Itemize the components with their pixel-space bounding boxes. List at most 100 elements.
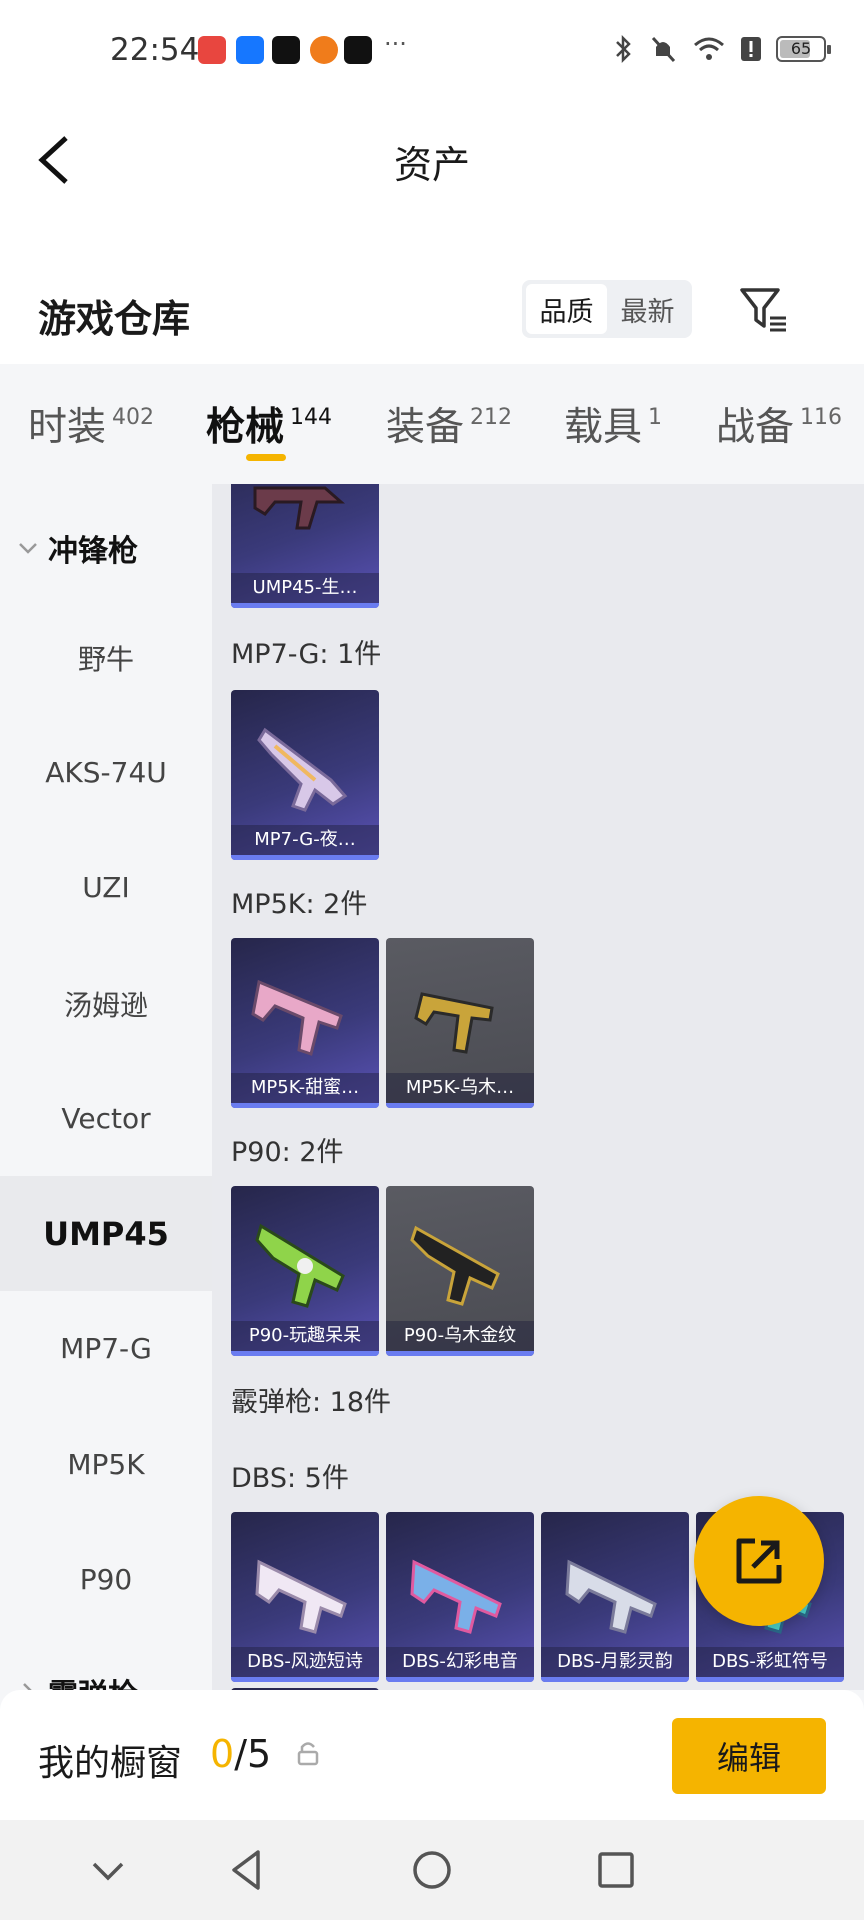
tab-count: 116	[800, 405, 843, 430]
rarity-bar	[231, 1677, 379, 1682]
tab-label: 战备	[716, 405, 795, 450]
skin-name: UMP45-生…	[231, 573, 379, 603]
sidebar-item-thompson[interactable]: 汤姆逊	[0, 946, 212, 1061]
sort-quality-button[interactable]: 品质	[526, 284, 607, 334]
sidebar-item-uzi[interactable]: UZI	[0, 830, 212, 945]
showcase-count: 0/5	[210, 1732, 271, 1776]
showcase-total: /5	[234, 1732, 272, 1776]
rarity-bar	[386, 1677, 534, 1682]
skin-card[interactable]: MP7-G-夜…	[231, 690, 379, 860]
tiktok-icon	[344, 36, 372, 64]
status-icons: 65	[612, 34, 831, 64]
rarity-bar	[541, 1677, 689, 1682]
tab-firearms[interactable]: 枪械 144	[206, 396, 332, 452]
group-label-mp7g: MP7-G: 1件	[231, 639, 382, 670]
wifi-icon	[694, 37, 724, 60]
rarity-bar	[231, 1351, 379, 1356]
skin-name: DBS-风迹短诗	[231, 1647, 379, 1677]
nav-collapse-icon[interactable]	[84, 1846, 132, 1894]
tab-supplies[interactable]: 战备 116	[716, 396, 842, 452]
skin-name: MP7-G-夜…	[231, 825, 379, 855]
filter-icon[interactable]	[738, 284, 790, 336]
nav-back-icon[interactable]	[224, 1846, 272, 1894]
group-label-mp5k: MP5K: 2件	[231, 889, 368, 920]
group-label-dbs: DBS: 5件	[231, 1463, 349, 1494]
page-title: 资产	[393, 143, 470, 187]
alipay-icon	[236, 36, 264, 64]
sort-toggle: 品质 最新	[522, 280, 692, 338]
tab-label: 枪械	[206, 405, 285, 450]
mute-bell-icon	[651, 36, 676, 63]
skin-name: P90-玩趣呆呆	[231, 1321, 379, 1351]
sidebar-item-bizon[interactable]: 野牛	[0, 600, 212, 715]
sidebar-group-label: 冲锋枪	[48, 534, 138, 569]
skin-card[interactable]: UMP45-生…	[231, 484, 379, 608]
skin-name: MP5K-甜蜜…	[231, 1073, 379, 1103]
showcase-bar: 我的橱窗 0/5 编辑	[0, 1690, 864, 1820]
sidebar-group-smg[interactable]: 冲锋枪	[16, 526, 138, 570]
tab-vehicles[interactable]: 载具 1	[564, 396, 662, 452]
nav-recents-icon[interactable]	[592, 1846, 640, 1894]
group-label-p90: P90: 2件	[231, 1137, 344, 1168]
sidebar-item-mp5k[interactable]: MP5K	[0, 1407, 212, 1522]
tab-equipment[interactable]: 装备 212	[386, 396, 512, 452]
skin-name: P90-乌木金纹	[386, 1321, 534, 1351]
rarity-bar	[231, 855, 379, 860]
dbs-skin-icon	[565, 1559, 657, 1634]
warehouse-title: 游戏仓库	[38, 297, 191, 341]
skin-name: DBS-月影灵韵	[541, 1647, 689, 1677]
status-time: 22:54	[110, 32, 200, 68]
system-nav-bar	[0, 1820, 864, 1920]
taobao-icon	[310, 36, 338, 64]
sidebar-item-p90[interactable]: P90	[0, 1522, 212, 1637]
skin-card[interactable]: P90-玩趣呆呆	[231, 1186, 379, 1356]
tab-count: 402	[112, 405, 155, 430]
lock-icon	[297, 1742, 319, 1766]
tab-label: 载具	[564, 405, 643, 450]
skin-card[interactable]: MP5K-乌木…	[386, 938, 534, 1108]
skin-name: DBS-彩虹符号	[696, 1647, 844, 1677]
more-notifications-icon: ···	[384, 30, 407, 58]
sidebar-item-aks74u[interactable]: AKS-74U	[0, 715, 212, 830]
sidebar-group-shotgun[interactable]: 霰弹枪	[16, 1670, 138, 1690]
rarity-bar	[386, 1351, 534, 1356]
sidebar-item-vector[interactable]: Vector	[0, 1061, 212, 1176]
sidebar-item-mp7g[interactable]: MP7-G	[0, 1291, 212, 1406]
skin-name: MP5K-乌木…	[386, 1073, 534, 1103]
skin-card[interactable]: MP5K-甜蜜…	[231, 938, 379, 1108]
skin-card[interactable]: DBS-幻彩电音	[386, 1512, 534, 1682]
category-tabs: 时装 402 枪械 144 装备 212 载具 1 战备 116	[0, 366, 864, 484]
weapon-category-sidebar: 冲锋枪 野牛 AKS-74U UZI 汤姆逊 Vector UMP45 MP7-…	[0, 484, 212, 1690]
tab-count: 1	[648, 405, 663, 430]
tiktok-icon	[272, 36, 300, 64]
rarity-bar	[386, 1103, 534, 1108]
group-label-shotgun: 霰弹枪: 18件	[231, 1387, 392, 1418]
share-fab-button[interactable]	[694, 1496, 824, 1626]
smg-skin-icon	[253, 486, 345, 530]
share-external-icon	[736, 1538, 782, 1584]
battery-level: 65	[790, 39, 812, 58]
sort-newest-button[interactable]: 最新	[607, 284, 688, 334]
rarity-bar	[231, 1103, 379, 1108]
status-bar: 22:54 ··· 65	[0, 0, 864, 104]
skin-card[interactable]: DBS-风迹短诗	[231, 1512, 379, 1682]
mp7g-skin-icon	[257, 727, 348, 812]
chevron-right-icon	[23, 1683, 32, 1690]
huawei-app-icon	[198, 36, 226, 64]
rarity-bar	[696, 1677, 844, 1682]
showcase-label: 我的橱窗	[38, 1743, 183, 1784]
tab-label: 装备	[386, 405, 465, 450]
sidebar-item-ump45[interactable]: UMP45	[0, 1176, 212, 1291]
tab-fashion[interactable]: 时装 402	[28, 396, 154, 452]
nav-home-icon[interactable]	[408, 1846, 456, 1894]
dbs-skin-icon	[410, 1559, 502, 1634]
skin-card[interactable]: P90-乌木金纹	[386, 1186, 534, 1356]
p90-skin-icon	[410, 1225, 500, 1306]
chevron-down-icon	[19, 543, 37, 554]
edit-button[interactable]: 编辑	[672, 1718, 826, 1794]
alert-icon	[741, 37, 761, 61]
battery-icon: 65	[776, 36, 831, 62]
sidebar-group-label: 霰弹枪	[48, 1670, 138, 1690]
skin-card[interactable]: DBS-月影灵韵	[541, 1512, 689, 1682]
skin-name: DBS-幻彩电音	[386, 1647, 534, 1677]
